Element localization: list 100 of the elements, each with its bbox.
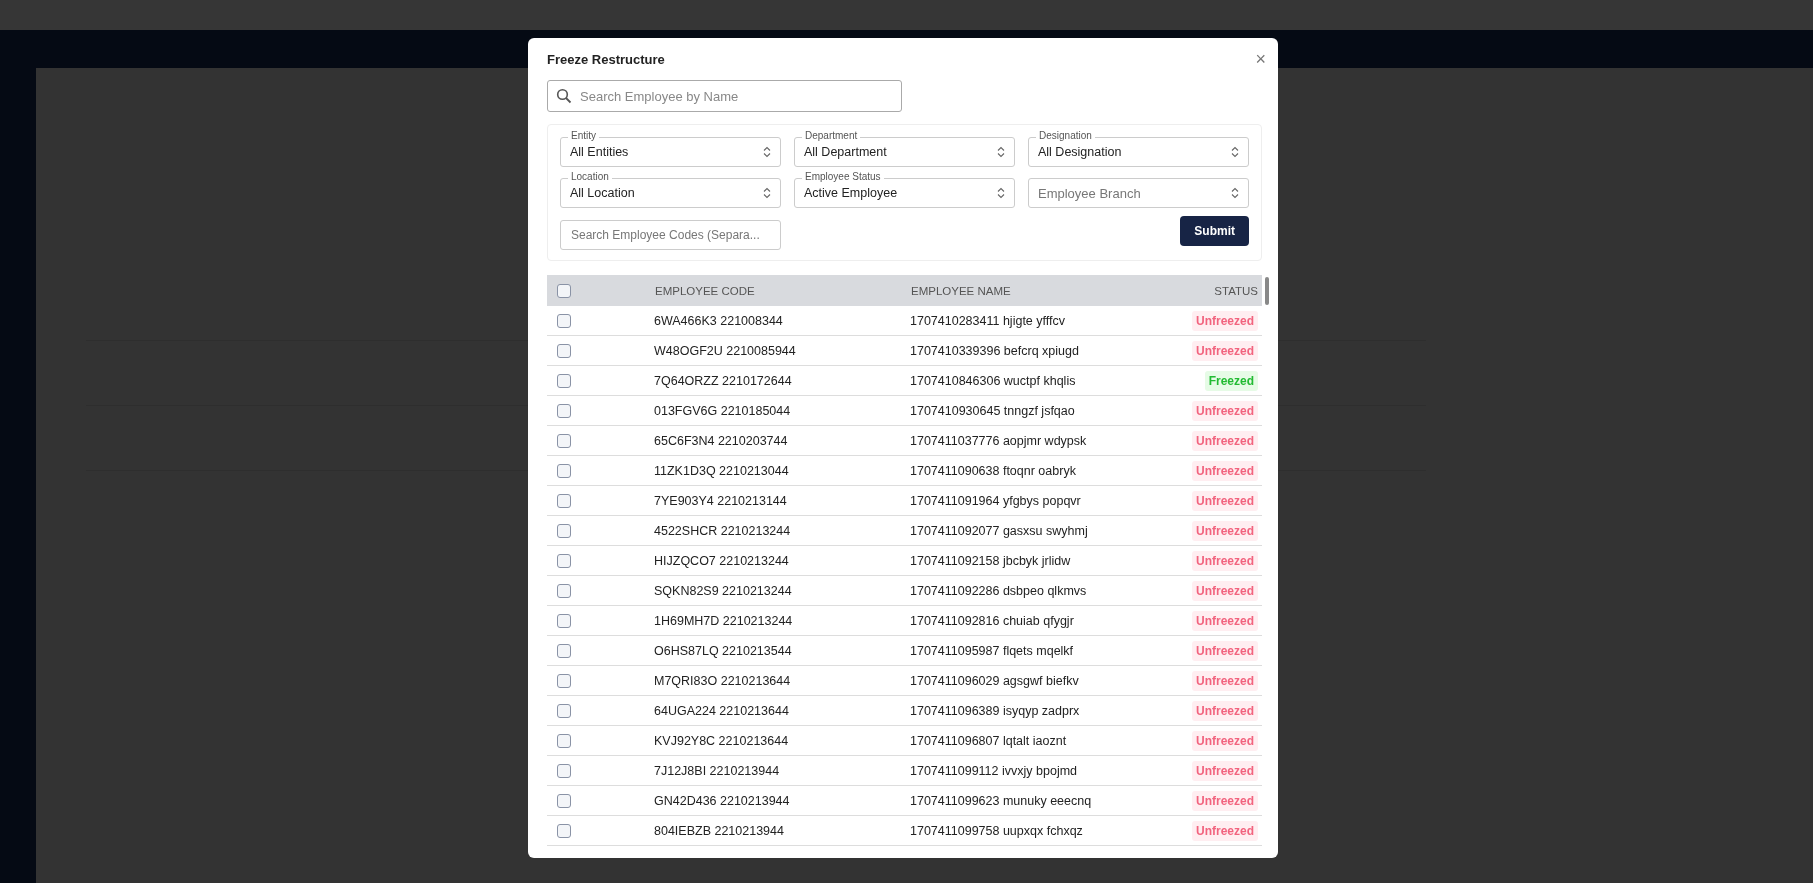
status-badge: Unfreezed bbox=[1192, 670, 1258, 691]
table-cell: HIJZQCO7 2210213244 bbox=[654, 545, 910, 576]
table-cell: 7YE903Y4 2210213144 bbox=[654, 485, 910, 516]
table-cell: 1707410930645 tnngzf jsfqao bbox=[910, 395, 1160, 426]
field-label: Entity bbox=[568, 130, 599, 142]
table-cell: 1707410846306 wuctpf khqlis bbox=[910, 365, 1160, 396]
chevron-updown-icon bbox=[763, 146, 771, 158]
table-cell: 1707411037776 aopjmr wdypsk bbox=[910, 425, 1160, 456]
status-badge: Unfreezed bbox=[1192, 730, 1258, 751]
table-cell: 4522SHCR 2210213244 bbox=[654, 515, 910, 546]
field-value: Active Employee bbox=[804, 186, 898, 200]
field-label: Employee Status bbox=[802, 171, 884, 183]
checkbox[interactable] bbox=[557, 373, 571, 388]
checkbox[interactable] bbox=[557, 523, 571, 538]
table-cell: M7QRI83O 2210213644 bbox=[654, 665, 910, 696]
dropdown-field[interactable]: Department All Department bbox=[794, 130, 1015, 167]
search-icon bbox=[556, 88, 572, 104]
status-badge: Unfreezed bbox=[1192, 610, 1258, 631]
table-cell: 11ZK1D3Q 2210213044 bbox=[654, 455, 910, 486]
chevron-updown-icon bbox=[763, 187, 771, 199]
table-cell: 1707411092077 gasxsu swyhmj bbox=[910, 515, 1160, 546]
codes-search-field[interactable]: Search Employee Codes (Separa... bbox=[560, 220, 781, 250]
checkbox[interactable] bbox=[557, 403, 571, 418]
status-badge: Unfreezed bbox=[1192, 820, 1258, 841]
table-cell: 1707411096807 lqtalt iaoznt bbox=[910, 725, 1160, 756]
scrollbar[interactable] bbox=[1265, 277, 1269, 305]
status-badge: Unfreezed bbox=[1192, 640, 1258, 661]
table-cell: W48OGF2U 2210085944 bbox=[654, 335, 910, 366]
status-badge: Unfreezed bbox=[1192, 550, 1258, 571]
close-button[interactable]: × bbox=[1251, 48, 1270, 70]
status-badge: Unfreezed bbox=[1192, 760, 1258, 781]
field-placeholder: Search Employee by Name bbox=[580, 88, 739, 104]
table-cell: 7J12J8BI 2210213944 bbox=[654, 755, 910, 786]
field-label: Department bbox=[802, 130, 861, 142]
status-badge: Unfreezed bbox=[1192, 310, 1258, 331]
field-value: All Department bbox=[804, 145, 887, 159]
checkbox[interactable] bbox=[557, 463, 571, 478]
status-badge: Freezed bbox=[1204, 370, 1258, 391]
table-cell: 6WA466K3 221008344 bbox=[654, 306, 910, 336]
field-value: All Location bbox=[570, 186, 635, 200]
checkbox[interactable] bbox=[557, 673, 571, 688]
column-header: EMPLOYEE NAME bbox=[910, 275, 1160, 306]
field-label: Location bbox=[568, 171, 612, 183]
status-badge: Unfreezed bbox=[1192, 790, 1258, 811]
table-cell: 1707411095987 flqets mqelkf bbox=[910, 635, 1160, 666]
chevron-updown-icon bbox=[997, 146, 1005, 158]
status-badge: Unfreezed bbox=[1192, 700, 1258, 721]
dropdown-field[interactable]: Employee Branch bbox=[1028, 171, 1249, 208]
status-badge: Unfreezed bbox=[1192, 520, 1258, 541]
table-cell: 64UGA224 2210213644 bbox=[654, 695, 910, 726]
checkbox[interactable] bbox=[557, 823, 571, 838]
status-badge: Unfreezed bbox=[1192, 400, 1258, 421]
search-field[interactable]: Search Employee by Name bbox=[547, 80, 902, 112]
table-cell: 1707411099758 uupxqx fchxqz bbox=[910, 815, 1160, 846]
checkbox[interactable] bbox=[557, 283, 571, 298]
column-header: EMPLOYEE CODE bbox=[654, 275, 910, 306]
chevron-updown-icon bbox=[997, 187, 1005, 199]
table-cell: 1707411092286 dsbpeo qlkmvs bbox=[910, 575, 1160, 606]
checkbox[interactable] bbox=[557, 553, 571, 568]
table-cell: O6HS87LQ 2210213544 bbox=[654, 635, 910, 666]
table-cell: 1707411099623 munuky eeecnq bbox=[910, 785, 1160, 816]
checkbox[interactable] bbox=[557, 613, 571, 628]
checkbox[interactable] bbox=[557, 733, 571, 748]
status-badge: Unfreezed bbox=[1192, 580, 1258, 601]
field-value: All Designation bbox=[1038, 145, 1122, 159]
table-cell: 804IEBZB 2210213944 bbox=[654, 815, 910, 846]
table-cell: 1707411092816 chuiab qfygjr bbox=[910, 605, 1160, 636]
checkbox[interactable] bbox=[557, 433, 571, 448]
checkbox[interactable] bbox=[557, 643, 571, 658]
table-cell: 1H69MH7D 2210213244 bbox=[654, 605, 910, 636]
checkbox[interactable] bbox=[557, 763, 571, 778]
checkbox[interactable] bbox=[557, 703, 571, 718]
table-cell: 1707410339396 befcrq xpiugd bbox=[910, 335, 1160, 366]
table-cell: 65C6F3N4 2210203744 bbox=[654, 425, 910, 456]
field-label: Designation bbox=[1036, 130, 1095, 142]
checkbox[interactable] bbox=[557, 493, 571, 508]
status-badge: Unfreezed bbox=[1192, 430, 1258, 451]
table-cell: GN42D436 2210213944 bbox=[654, 785, 910, 816]
table-cell: 1707411096029 agsgwf biefkv bbox=[910, 665, 1160, 696]
table-cell: 1707411091964 yfgbys popqvr bbox=[910, 485, 1160, 516]
table-cell: KVJ92Y8C 2210213644 bbox=[654, 725, 910, 756]
table-cell: 1707410283411 hjigte yfffcv bbox=[910, 306, 1160, 336]
table-cell: SQKN82S9 2210213244 bbox=[654, 575, 910, 606]
table-cell: 013FGV6G 2210185044 bbox=[654, 395, 910, 426]
status-badge: Unfreezed bbox=[1192, 490, 1258, 511]
table-cell: 7Q64ORZZ 2210172644 bbox=[654, 365, 910, 396]
checkbox[interactable] bbox=[557, 313, 571, 328]
checkbox[interactable] bbox=[557, 793, 571, 808]
table-cell: 1707411090638 ftoqnr oabryk bbox=[910, 455, 1160, 486]
dropdown-field[interactable]: Entity All Entities bbox=[560, 130, 781, 167]
dropdown-field[interactable]: Location All Location bbox=[560, 171, 781, 208]
checkbox[interactable] bbox=[557, 343, 571, 358]
field-value: All Entities bbox=[570, 145, 629, 159]
chevron-updown-icon bbox=[1231, 146, 1239, 158]
table-cell: 1707411092158 jbcbyk jrlidw bbox=[910, 545, 1160, 576]
submit-button[interactable]: Submit bbox=[1180, 216, 1249, 246]
dropdown-field[interactable]: Employee Status Active Employee bbox=[794, 171, 1015, 208]
chevron-updown-icon bbox=[1231, 187, 1239, 199]
checkbox[interactable] bbox=[557, 583, 571, 598]
dropdown-field[interactable]: Designation All Designation bbox=[1028, 130, 1249, 167]
